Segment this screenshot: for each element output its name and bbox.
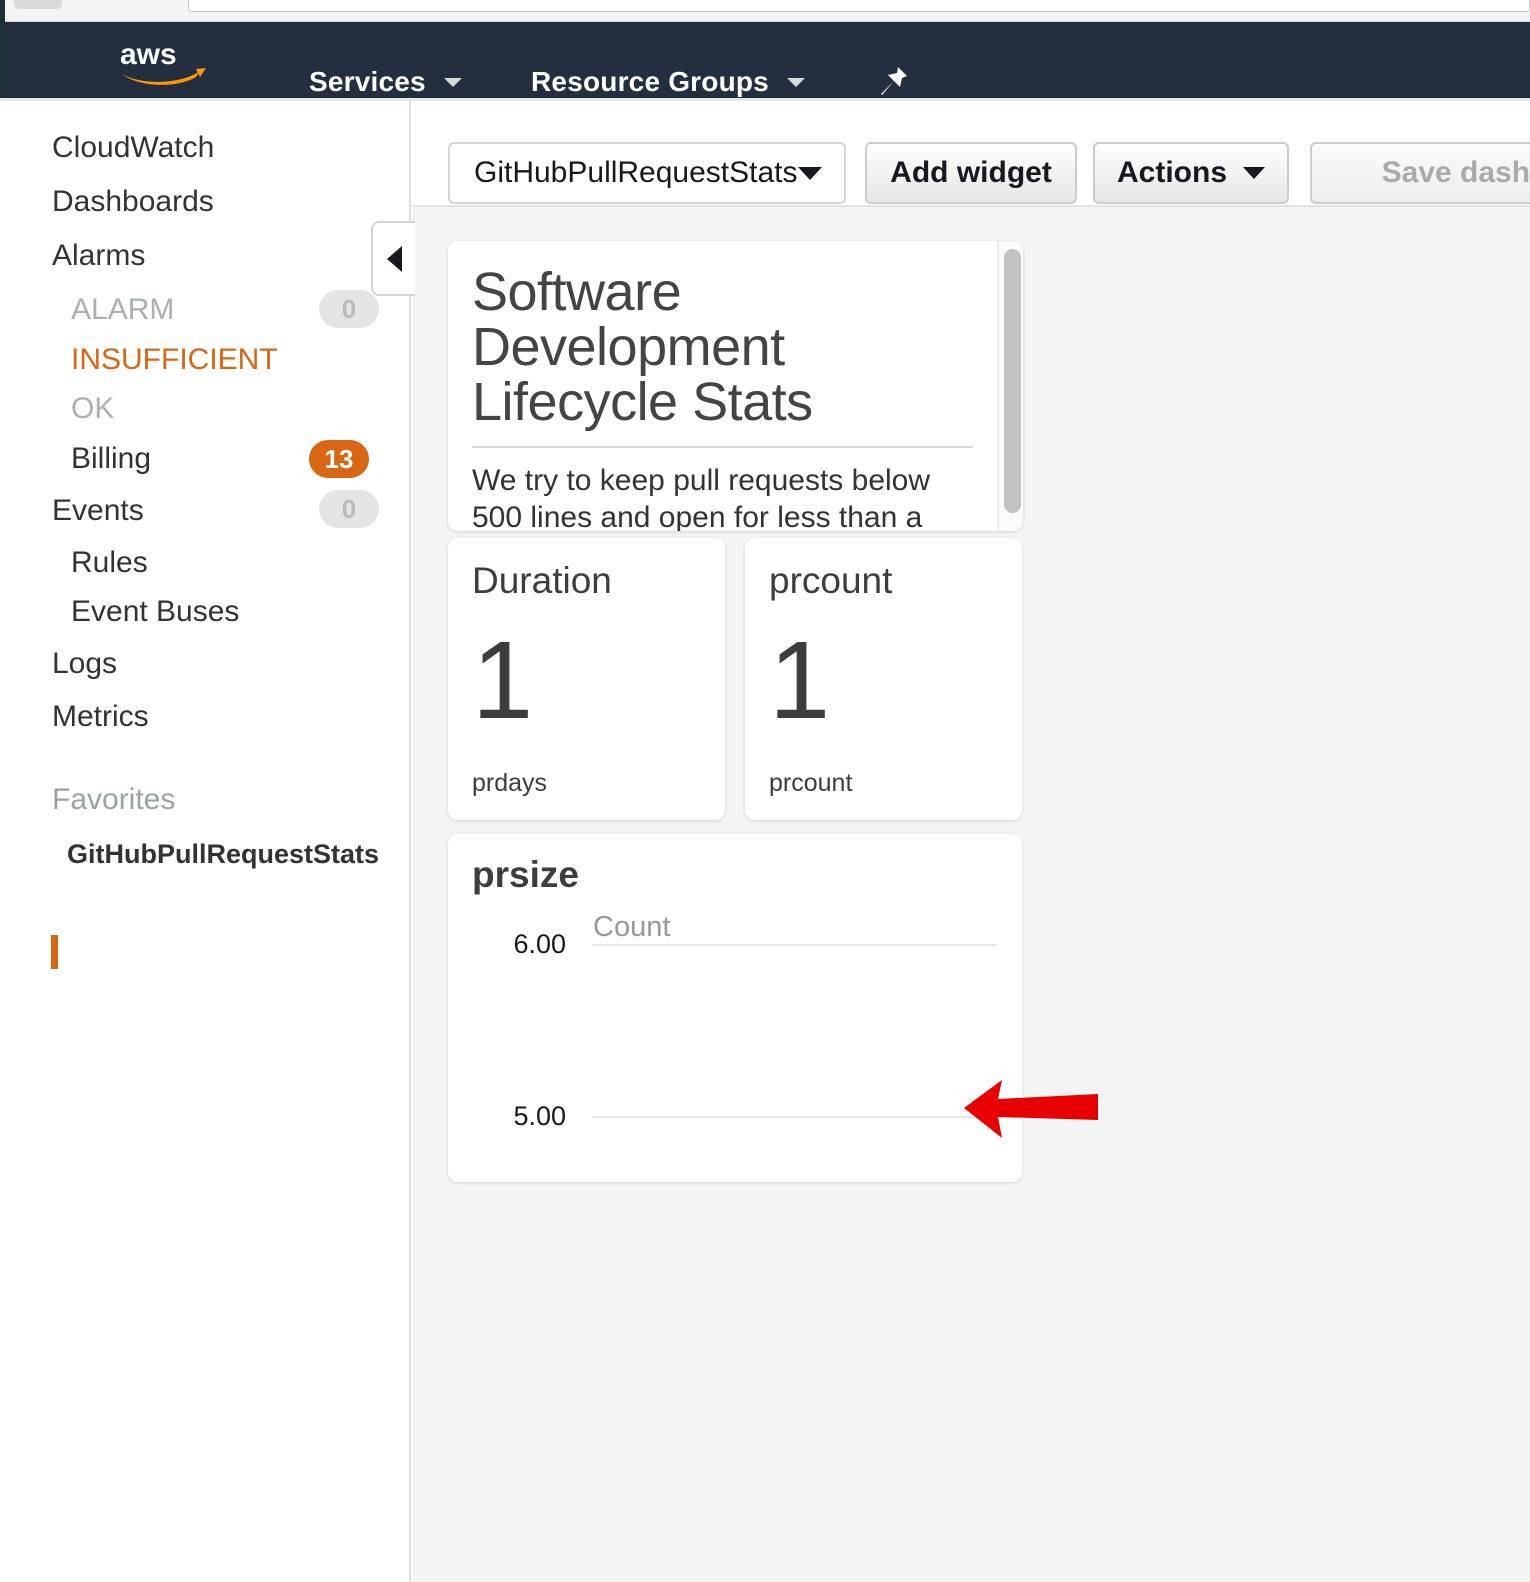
duration-widget-value: 1 xyxy=(472,619,534,742)
text-widget-scrollbar-thumb[interactable] xyxy=(1004,249,1021,513)
browser-toolbar-button[interactable] xyxy=(14,0,62,9)
sidebar-item-events[interactable]: Events xyxy=(52,494,144,528)
sidebar-item-dashboards[interactable]: Dashboards xyxy=(52,185,214,219)
actions-label: Actions xyxy=(1117,156,1228,189)
sidebar-item-cloudwatch[interactable]: CloudWatch xyxy=(52,131,214,165)
duration-widget-title: Duration xyxy=(472,560,612,601)
actions-button[interactable]: Actions xyxy=(1093,142,1289,204)
chevron-down-icon xyxy=(1243,167,1266,179)
nav-left-accent xyxy=(0,22,5,98)
browser-left-edge xyxy=(0,0,5,22)
chart-gridline-6 xyxy=(592,944,997,946)
text-widget-scrollbar[interactable] xyxy=(997,241,1023,531)
sidebar-collapse-handle[interactable] xyxy=(371,221,415,296)
chart-y-axis-label: Count xyxy=(593,911,671,943)
pin-icon[interactable] xyxy=(878,65,910,97)
aws-top-nav: aws Services Resource Groups xyxy=(0,22,1530,98)
sidebar-item-insufficient-state[interactable]: INSUFFICIENT xyxy=(71,343,278,377)
sidebar: CloudWatch Dashboards Alarms ALARM 0 INS… xyxy=(0,101,411,1582)
sidebar-favorite-githubpullrequeststats[interactable]: GitHubPullRequestStats xyxy=(67,837,379,871)
text-widget-body-area: Software Development Lifecycle Stats We … xyxy=(448,241,997,531)
sidebar-item-alarm-state[interactable]: ALARM xyxy=(71,293,174,327)
chevron-left-icon xyxy=(386,245,402,272)
chart-gridline-5 xyxy=(592,1116,997,1118)
nav-item-resource-groups[interactable]: Resource Groups xyxy=(531,66,805,98)
favorite-selected-accent xyxy=(51,935,58,969)
sidebar-badge-alarm: 0 xyxy=(319,290,379,328)
svg-text:aws: aws xyxy=(120,38,177,71)
sidebar-item-rules[interactable]: Rules xyxy=(71,546,148,580)
prcount-widget-metric: prcount xyxy=(769,769,853,797)
save-dashboard-button[interactable]: Save dashb xyxy=(1310,142,1530,204)
chevron-down-icon xyxy=(797,166,822,180)
dashboard-toolbar: GitHubPullRequestStats Add widget Action… xyxy=(413,101,1530,205)
text-widget-divider xyxy=(472,446,973,448)
sidebar-badge-ok: 0 xyxy=(319,490,379,528)
add-widget-button[interactable]: Add widget xyxy=(865,142,1077,204)
prcount-widget-title: prcount xyxy=(769,560,893,601)
browser-url-bar[interactable] xyxy=(188,0,1530,12)
sidebar-favorites-heading: Favorites xyxy=(52,783,176,816)
main-content: GitHubPullRequestStats Add widget Action… xyxy=(413,101,1530,1582)
sidebar-item-event-buses[interactable]: Event Buses xyxy=(71,595,239,629)
sidebar-item-metrics[interactable]: Metrics xyxy=(52,700,149,734)
widget-number-prcount[interactable]: prcount 1 prcount xyxy=(745,538,1022,820)
save-dashboard-label: Save dashb xyxy=(1381,156,1530,189)
chart-title: prsize xyxy=(472,854,579,895)
browser-chrome xyxy=(0,0,1530,22)
sidebar-item-alarms[interactable]: Alarms xyxy=(52,239,145,273)
prcount-widget-value: 1 xyxy=(769,619,831,742)
text-widget-title: Software Development Lifecycle Stats xyxy=(472,262,813,432)
widget-chart-prsize[interactable]: prsize Count 6.00 5.00 4.00 16:45 xyxy=(448,834,1022,1182)
duration-widget-metric: prdays xyxy=(472,769,548,797)
widget-number-duration[interactable]: Duration 1 prdays xyxy=(448,538,725,820)
chart-data-point-prsize[interactable] xyxy=(981,1111,993,1123)
sidebar-badge-insufficient: 13 xyxy=(309,440,369,478)
nav-resource-groups-label: Resource Groups xyxy=(531,66,769,97)
sidebar-item-billing[interactable]: Billing xyxy=(71,442,151,476)
text-widget-body: We try to keep pull requests below 500 l… xyxy=(472,464,931,531)
chevron-down-icon xyxy=(443,77,462,87)
chevron-down-icon xyxy=(786,77,805,87)
dashboard-selector[interactable]: GitHubPullRequestStats xyxy=(448,142,846,204)
screenshot-root: aws Services Resource Groups CloudWatch … xyxy=(0,0,1530,1582)
aws-logo[interactable]: aws xyxy=(118,38,210,86)
sidebar-item-ok-state[interactable]: OK xyxy=(71,392,114,426)
widget-text[interactable]: Software Development Lifecycle Stats We … xyxy=(448,241,1023,531)
nav-services-label: Services xyxy=(309,66,426,97)
sidebar-item-logs[interactable]: Logs xyxy=(52,647,117,681)
dashboard-selector-value: GitHubPullRequestStats xyxy=(474,156,798,189)
chart-ytick-5: 5.00 xyxy=(513,1101,566,1131)
nav-item-services[interactable]: Services xyxy=(309,66,462,98)
chart-plot-area[interactable]: Count 6.00 5.00 4.00 16:45 17:00 17: xyxy=(448,896,1022,1182)
dashboard-canvas: Software Development Lifecycle Stats We … xyxy=(413,205,1530,1582)
add-widget-label: Add widget xyxy=(890,156,1052,189)
chart-ytick-6: 6.00 xyxy=(513,929,566,959)
